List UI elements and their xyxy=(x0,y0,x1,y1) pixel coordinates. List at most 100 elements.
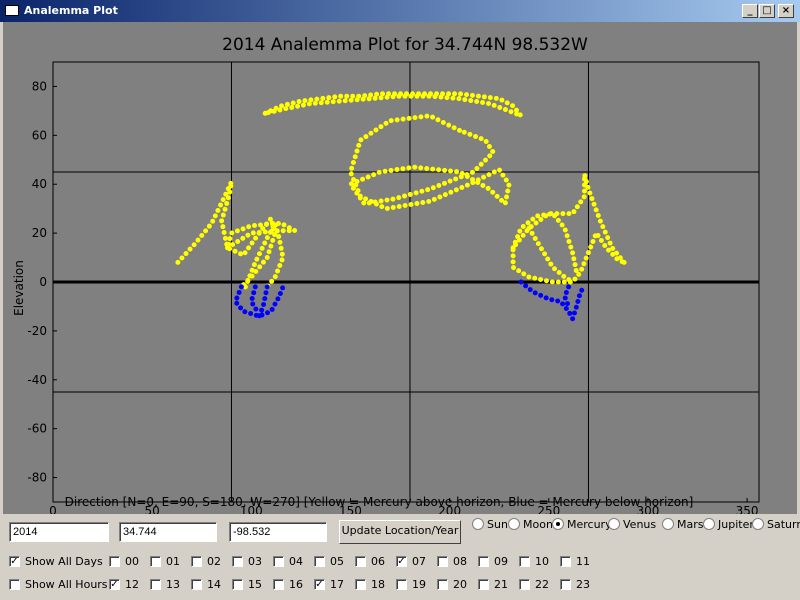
hour-label: 05 xyxy=(330,555,344,568)
checkbox-box[interactable] xyxy=(519,556,530,567)
radio-dot[interactable] xyxy=(662,518,674,530)
checkbox-box[interactable] xyxy=(191,556,202,567)
checkbox-box[interactable] xyxy=(396,556,407,567)
hour-checkbox-06[interactable]: 06 xyxy=(355,555,385,569)
year-input[interactable] xyxy=(9,522,109,542)
radio-dot[interactable] xyxy=(552,518,564,530)
checkbox-box[interactable] xyxy=(519,579,530,590)
checkbox-box[interactable] xyxy=(273,556,284,567)
radio-dot[interactable] xyxy=(703,518,715,530)
radio-dot[interactable] xyxy=(608,518,620,530)
y-tick-label: 0 xyxy=(39,275,47,289)
show-all-hours-checkbox[interactable]: Show All Hours xyxy=(9,578,108,592)
checkbox-box[interactable] xyxy=(150,579,161,590)
hour-label: 12 xyxy=(125,578,139,591)
update-location-button[interactable]: Update Location/Year xyxy=(339,520,461,544)
checkbox-box[interactable] xyxy=(109,579,120,590)
close-button[interactable]: × xyxy=(778,4,794,18)
radio-sun[interactable]: Sun xyxy=(472,518,508,532)
y-tick-label: 20 xyxy=(32,226,47,240)
hour-label: 23 xyxy=(576,578,590,591)
hour-checkbox-17[interactable]: 17 xyxy=(314,578,344,592)
hour-checkbox-19[interactable]: 19 xyxy=(396,578,426,592)
hour-label: 03 xyxy=(248,555,262,568)
checkbox-box[interactable] xyxy=(560,579,571,590)
checkbox-box[interactable] xyxy=(355,556,366,567)
hour-checkbox-11[interactable]: 11 xyxy=(560,555,590,569)
hour-label: 00 xyxy=(125,555,139,568)
hour-checkbox-01[interactable]: 01 xyxy=(150,555,180,569)
radio-label: Venus xyxy=(623,518,657,531)
window-title: Analemma Plot xyxy=(24,4,118,17)
minimize-button[interactable]: _ xyxy=(742,4,758,18)
y-tick-label: -60 xyxy=(27,422,47,436)
hour-checkbox-23[interactable]: 23 xyxy=(560,578,590,592)
hour-checkbox-22[interactable]: 22 xyxy=(519,578,549,592)
hour-checkbox-20[interactable]: 20 xyxy=(437,578,467,592)
radio-mercury[interactable]: Mercury xyxy=(552,518,612,532)
radio-dot[interactable] xyxy=(508,518,520,530)
radio-dot[interactable] xyxy=(472,518,484,530)
hour-checkbox-13[interactable]: 13 xyxy=(150,578,180,592)
maximize-button[interactable]: □ xyxy=(759,4,775,18)
radio-saturn[interactable]: Saturn xyxy=(752,518,800,532)
checkbox-box[interactable] xyxy=(232,556,243,567)
checkbox-box[interactable] xyxy=(9,556,20,567)
checkbox-box[interactable] xyxy=(150,556,161,567)
x-axis-label: Direction [N=0, E=90, S=180, W=270] [Yel… xyxy=(65,495,694,509)
y-tick-label: -40 xyxy=(27,373,47,387)
hour-checkbox-04[interactable]: 04 xyxy=(273,555,303,569)
hour-checkbox-05[interactable]: 05 xyxy=(314,555,344,569)
hour-label: 17 xyxy=(330,578,344,591)
hour-checkbox-03[interactable]: 03 xyxy=(232,555,262,569)
hour-label: 08 xyxy=(453,555,467,568)
checkbox-box[interactable] xyxy=(478,579,489,590)
checkbox-box[interactable] xyxy=(437,556,448,567)
hour-checkbox-18[interactable]: 18 xyxy=(355,578,385,592)
checkbox-box[interactable] xyxy=(355,579,366,590)
checkbox-box[interactable] xyxy=(478,556,489,567)
latitude-input[interactable] xyxy=(119,522,217,542)
hour-checkbox-15[interactable]: 15 xyxy=(232,578,262,592)
hour-label: 13 xyxy=(166,578,180,591)
hour-label: 09 xyxy=(494,555,508,568)
hour-checkbox-07[interactable]: 07 xyxy=(396,555,426,569)
hour-label: 19 xyxy=(412,578,426,591)
checkbox-box[interactable] xyxy=(273,579,284,590)
show-all-days-label: Show All Days xyxy=(25,555,103,568)
radio-label: Saturn xyxy=(767,518,800,531)
analemma-chart: 2014 Analemma Plot for 34.744N 98.532W 0… xyxy=(12,35,760,518)
hour-checkbox-16[interactable]: 16 xyxy=(273,578,303,592)
checkbox-box[interactable] xyxy=(396,579,407,590)
hour-checkbox-00[interactable]: 00 xyxy=(109,555,139,569)
radio-jupiter[interactable]: Jupiter xyxy=(703,518,754,532)
radio-moon[interactable]: Moon xyxy=(508,518,553,532)
longitude-input[interactable] xyxy=(229,522,327,542)
y-tick-label: 60 xyxy=(32,128,47,142)
checkbox-box[interactable] xyxy=(314,579,325,590)
hour-label: 01 xyxy=(166,555,180,568)
hour-checkbox-08[interactable]: 08 xyxy=(437,555,467,569)
hour-checkbox-02[interactable]: 02 xyxy=(191,555,221,569)
checkbox-box[interactable] xyxy=(109,556,120,567)
radio-dot[interactable] xyxy=(752,518,764,530)
y-tick-label: 80 xyxy=(32,79,47,93)
show-all-days-checkbox[interactable]: Show All Days xyxy=(9,555,103,569)
y-tick-label: -20 xyxy=(27,324,47,338)
checkbox-box[interactable] xyxy=(9,579,20,590)
radio-label: Moon xyxy=(523,518,553,531)
hour-checkbox-21[interactable]: 21 xyxy=(478,578,508,592)
hour-checkbox-12[interactable]: 12 xyxy=(109,578,139,592)
checkbox-box[interactable] xyxy=(560,556,571,567)
hour-checkbox-14[interactable]: 14 xyxy=(191,578,221,592)
hour-label: 21 xyxy=(494,578,508,591)
checkbox-box[interactable] xyxy=(437,579,448,590)
hour-checkbox-10[interactable]: 10 xyxy=(519,555,549,569)
checkbox-box[interactable] xyxy=(191,579,202,590)
checkbox-box[interactable] xyxy=(232,579,243,590)
radio-venus[interactable]: Venus xyxy=(608,518,656,532)
hour-checkbox-09[interactable]: 09 xyxy=(478,555,508,569)
checkbox-box[interactable] xyxy=(314,556,325,567)
hour-label: 15 xyxy=(248,578,262,591)
radio-mars[interactable]: Mars xyxy=(662,518,704,532)
